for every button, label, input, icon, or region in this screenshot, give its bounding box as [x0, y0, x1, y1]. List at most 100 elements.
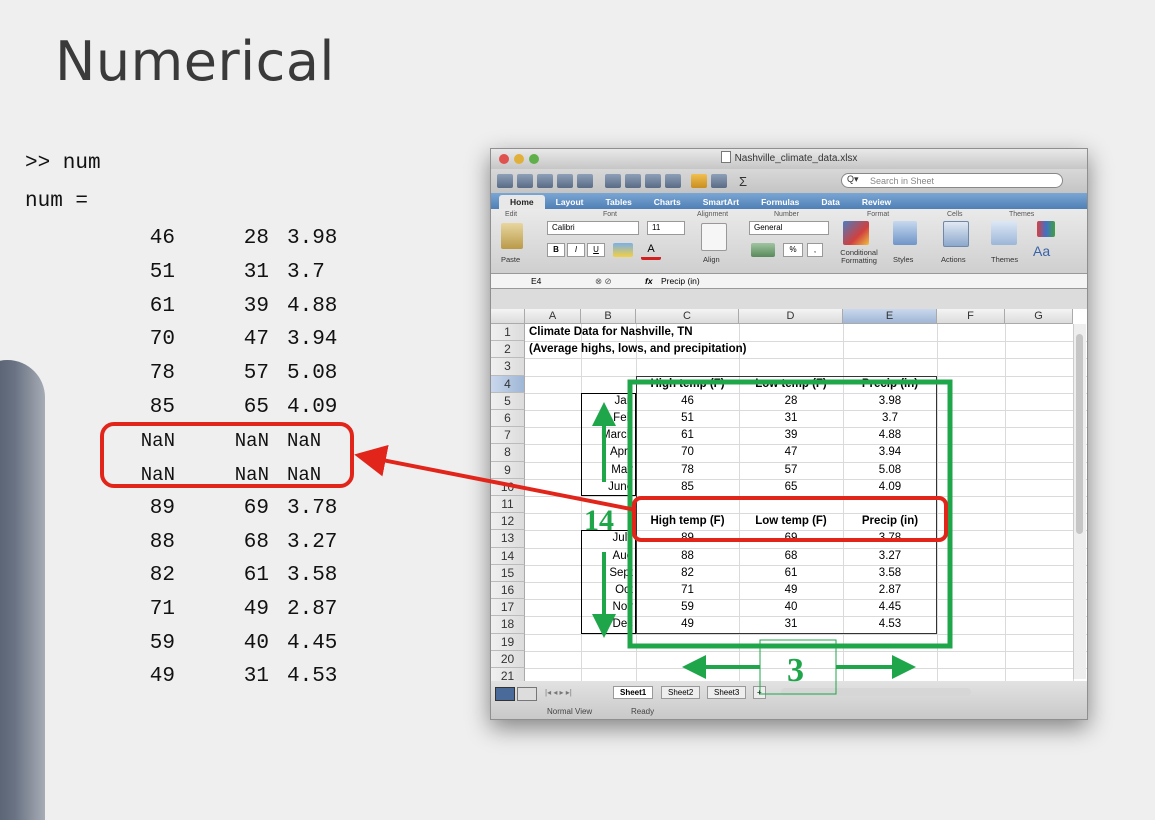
styles-button[interactable]: Styles	[893, 255, 913, 264]
row-header-18[interactable]: 18	[491, 616, 525, 634]
sheet-tab-3[interactable]: Sheet3	[707, 686, 747, 699]
open-icon[interactable]	[537, 174, 553, 188]
theme-fonts-icon[interactable]: Aa	[1033, 243, 1050, 259]
sheet-title-cell[interactable]: Climate Data for Nashville, TN	[529, 326, 693, 338]
row-header-9[interactable]: 9	[491, 461, 525, 479]
zoom-window-button[interactable]	[529, 154, 539, 164]
italic-button[interactable]: I	[567, 243, 585, 257]
row-header-17[interactable]: 17	[491, 599, 525, 617]
ribbon-tab-review[interactable]: Review	[851, 195, 902, 209]
column-header-c[interactable]: C	[636, 309, 739, 324]
themes-button[interactable]: Themes	[991, 255, 1018, 264]
ribbon-tab-data[interactable]: Data	[810, 195, 850, 209]
align-icon[interactable]	[701, 223, 727, 251]
format-painter-icon[interactable]	[665, 174, 681, 188]
font-size-select[interactable]: 11	[647, 221, 685, 235]
conditional-formatting-icon[interactable]	[843, 221, 869, 245]
column-header-f[interactable]: F	[937, 309, 1005, 324]
column-header-b[interactable]: B	[581, 309, 636, 324]
column-header-g[interactable]: G	[1005, 309, 1073, 324]
select-all-corner[interactable]	[491, 309, 525, 324]
styles-icon[interactable]	[893, 221, 917, 245]
row-header-3[interactable]: 3	[491, 358, 525, 376]
actions-button[interactable]: Actions	[941, 255, 966, 264]
underline-button[interactable]: U	[587, 243, 605, 257]
row-header-14[interactable]: 14	[491, 547, 525, 565]
console-value: 4.53	[287, 665, 338, 689]
comma-button[interactable]: ,	[807, 243, 823, 257]
sheet-nav-arrows-icon[interactable]: |◂ ◂ ▸ ▸|	[545, 688, 572, 697]
group-label-font: Font	[603, 211, 618, 218]
row-header-2[interactable]: 2	[491, 341, 525, 359]
sheet-tab-2[interactable]: Sheet2	[661, 686, 701, 699]
row-header-4[interactable]: 4	[491, 375, 525, 393]
percent-button[interactable]: %	[783, 243, 803, 257]
row-header-8[interactable]: 8	[491, 444, 525, 462]
gallery-icon[interactable]	[517, 174, 533, 188]
grid-line	[525, 650, 1087, 652]
fill-color-icon[interactable]	[613, 243, 633, 257]
scrollbar-thumb[interactable]	[1076, 334, 1083, 534]
cut-icon[interactable]	[605, 174, 621, 188]
paste-clipboard-icon[interactable]	[501, 223, 523, 249]
function-icon[interactable]: fx	[645, 274, 653, 288]
close-window-button[interactable]	[499, 154, 509, 164]
row-header-1[interactable]: 1	[491, 324, 525, 342]
minimize-window-button[interactable]	[514, 154, 524, 164]
print-icon[interactable]	[577, 174, 593, 188]
copy-icon[interactable]	[625, 174, 641, 188]
normal-view-icon[interactable]	[495, 687, 515, 701]
conditional-formatting-button[interactable]: Conditional Formatting	[835, 249, 883, 265]
paste-icon[interactable]	[645, 174, 661, 188]
console-output-row: 85 65 4.09	[95, 390, 387, 424]
paste-button[interactable]: Paste	[501, 255, 520, 264]
group-label-number: Number	[774, 211, 799, 218]
column-header-e[interactable]: E	[843, 309, 937, 324]
spreadsheet-grid[interactable]: A B C D E F G 1 2 3 4 5 6 7 8 9 10 11 12 13 14 15 16 17 18 19 20 21…	[491, 309, 1087, 687]
row-header-19[interactable]: 19	[491, 633, 525, 651]
row-header-6[interactable]: 6	[491, 410, 525, 428]
column-header-a[interactable]: A	[525, 309, 581, 324]
row-header-15[interactable]: 15	[491, 564, 525, 582]
sheet-subtitle-cell[interactable]: (Average highs, lows, and precipitation)	[529, 343, 746, 355]
actions-icon[interactable]	[943, 221, 969, 247]
theme-colors-icon[interactable]	[1037, 221, 1055, 237]
row-header-16[interactable]: 16	[491, 582, 525, 600]
row-header-7[interactable]: 7	[491, 427, 525, 445]
ribbon-tab-charts[interactable]: Charts	[643, 195, 692, 209]
bold-button[interactable]: B	[547, 243, 565, 257]
page-layout-view-icon[interactable]	[517, 687, 537, 701]
number-format-select[interactable]: General	[749, 221, 829, 235]
font-color-icon[interactable]: A	[641, 243, 661, 260]
console-prompt: >> num	[25, 152, 101, 175]
ribbon-tab-smartart[interactable]: SmartArt	[692, 195, 750, 209]
vertical-scrollbar[interactable]	[1073, 324, 1086, 679]
ribbon-tab-formulas[interactable]: Formulas	[750, 195, 810, 209]
save-icon[interactable]	[557, 174, 573, 188]
ribbon-tab-layout[interactable]: Layout	[545, 195, 595, 209]
row-header-5[interactable]: 5	[491, 392, 525, 410]
row-header-20[interactable]: 20	[491, 650, 525, 668]
console-value: 4.88	[287, 294, 338, 318]
align-button[interactable]: Align	[703, 255, 720, 264]
themes-icon[interactable]	[991, 221, 1017, 245]
name-box[interactable]: E4	[531, 274, 541, 288]
font-name-select[interactable]: Calibri	[547, 221, 639, 235]
autosum-icon[interactable]: Σ	[739, 174, 747, 189]
formula-input[interactable]: Precip (in)	[661, 274, 700, 288]
new-workbook-icon[interactable]	[497, 174, 513, 188]
add-sheet-button[interactable]: +	[753, 686, 766, 699]
row-header-13[interactable]: 13	[491, 530, 525, 548]
sheet-tab-1[interactable]: Sheet1	[613, 686, 654, 699]
ribbon-tab-tables[interactable]: Tables	[595, 195, 643, 209]
undo-icon[interactable]	[691, 174, 707, 188]
horizontal-scrollbar[interactable]	[781, 688, 971, 696]
column-header-d[interactable]: D	[739, 309, 843, 324]
row-header-10[interactable]: 10	[491, 478, 525, 496]
redo-icon[interactable]	[711, 174, 727, 188]
ribbon-tab-home[interactable]: Home	[499, 195, 545, 209]
row-header-12[interactable]: 12	[491, 513, 525, 531]
currency-icon[interactable]	[751, 243, 775, 257]
search-in-sheet-input[interactable]: Search in Sheet	[841, 173, 1063, 188]
row-header-11[interactable]: 11	[491, 496, 525, 514]
